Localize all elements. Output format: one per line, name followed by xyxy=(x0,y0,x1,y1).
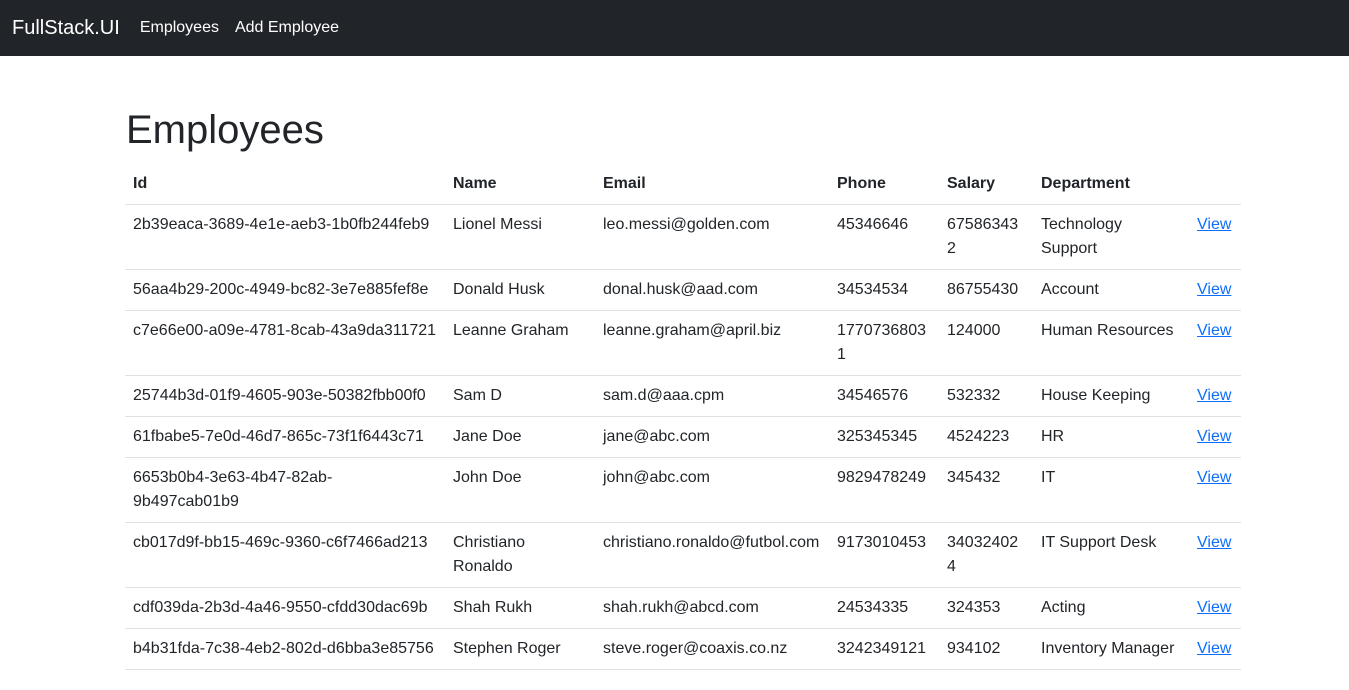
cell-name: Sam D xyxy=(445,375,595,417)
cell-id: 56aa4b29-200c-4949-bc82-3e7e885fef8e xyxy=(125,269,445,311)
cell-name: Shah Rukh xyxy=(445,587,595,629)
cell-phone: 34534534 xyxy=(829,269,939,311)
view-link[interactable]: View xyxy=(1197,640,1231,657)
view-link[interactable]: View xyxy=(1197,428,1231,445)
cell-email: leanne.graham@april.biz xyxy=(595,310,829,376)
cell-id: b4b31fda-7c38-4eb2-802d-d6bba3e85756 xyxy=(125,628,445,670)
table-row: b4b31fda-7c38-4eb2-802d-d6bba3e85756 Step… xyxy=(125,628,1241,670)
cell-phone: 3242349121 xyxy=(829,628,939,670)
cell-phone: 325345345 xyxy=(829,416,939,458)
cell-name: Jane Doe xyxy=(445,416,595,458)
employees-table: Id Name Email Phone Salary Department 2b… xyxy=(125,164,1241,670)
view-link[interactable]: View xyxy=(1197,216,1231,233)
table-row: 6653b0b4-3e63-4b47-82ab-9b497cab01b9 John… xyxy=(125,457,1241,523)
cell-action: View xyxy=(1189,310,1241,376)
view-link[interactable]: View xyxy=(1197,469,1231,486)
cell-name: Stephen Roger xyxy=(445,628,595,670)
header-email: Email xyxy=(595,164,829,205)
header-department: Department xyxy=(1033,164,1189,205)
view-link[interactable]: View xyxy=(1197,281,1231,298)
cell-salary: 86755430 xyxy=(939,269,1033,311)
cell-phone: 9173010453 xyxy=(829,522,939,588)
view-link[interactable]: View xyxy=(1197,599,1231,616)
view-link[interactable]: View xyxy=(1197,534,1231,551)
cell-email: steve.roger@coaxis.co.nz xyxy=(595,628,829,670)
cell-action: View xyxy=(1189,204,1241,270)
header-id: Id xyxy=(125,164,445,205)
cell-email: john@abc.com xyxy=(595,457,829,523)
nav-employees-link[interactable]: Employees xyxy=(140,19,219,37)
cell-email: shah.rukh@abcd.com xyxy=(595,587,829,629)
cell-department: IT xyxy=(1033,457,1189,523)
cell-id: c7e66e00-a09e-4781-8cab-43a9da311721 xyxy=(125,310,445,376)
table-row: cdf039da-2b3d-4a46-9550-cfdd30dac69b Shah… xyxy=(125,587,1241,629)
cell-phone: 24534335 xyxy=(829,587,939,629)
cell-name: John Doe xyxy=(445,457,595,523)
cell-name: Lionel Messi xyxy=(445,204,595,270)
header-name: Name xyxy=(445,164,595,205)
cell-action: View xyxy=(1189,628,1241,670)
table-row: 61fbabe5-7e0d-46d7-865c-73f1f6443c71 Jane… xyxy=(125,416,1241,458)
main-content: Employees Id Name Email Phone Salary Dep… xyxy=(125,56,1241,670)
cell-id: 2b39eaca-3689-4e1e-aeb3-1b0fb244feb9 xyxy=(125,204,445,270)
cell-action: View xyxy=(1189,587,1241,629)
cell-action: View xyxy=(1189,416,1241,458)
cell-department: Inventory Manager xyxy=(1033,628,1189,670)
cell-department: House Keeping xyxy=(1033,375,1189,417)
table-row: 56aa4b29-200c-4949-bc82-3e7e885fef8e Dona… xyxy=(125,269,1241,311)
nav-add-employee-link[interactable]: Add Employee xyxy=(235,19,339,37)
view-link[interactable]: View xyxy=(1197,322,1231,339)
cell-id: cdf039da-2b3d-4a46-9550-cfdd30dac69b xyxy=(125,587,445,629)
cell-phone: 17707368031 xyxy=(829,310,939,376)
cell-action: View xyxy=(1189,457,1241,523)
cell-salary: 4524223 xyxy=(939,416,1033,458)
cell-action: View xyxy=(1189,269,1241,311)
header-salary: Salary xyxy=(939,164,1033,205)
top-navbar: FullStack.UI Employees Add Employee xyxy=(0,0,1349,56)
cell-salary: 345432 xyxy=(939,457,1033,523)
cell-department: Human Resources xyxy=(1033,310,1189,376)
cell-phone: 45346646 xyxy=(829,204,939,270)
cell-email: donal.husk@aad.com xyxy=(595,269,829,311)
cell-email: christiano.ronaldo@futbol.com xyxy=(595,522,829,588)
cell-salary: 324353 xyxy=(939,587,1033,629)
cell-email: sam.d@aaa.cpm xyxy=(595,375,829,417)
cell-department: HR xyxy=(1033,416,1189,458)
cell-name: Leanne Graham xyxy=(445,310,595,376)
cell-action: View xyxy=(1189,522,1241,588)
table-row: 2b39eaca-3689-4e1e-aeb3-1b0fb244feb9 Lion… xyxy=(125,204,1241,270)
cell-id: 25744b3d-01f9-4605-903e-50382fbb00f0 xyxy=(125,375,445,417)
table-body: 2b39eaca-3689-4e1e-aeb3-1b0fb244feb9 Lion… xyxy=(125,204,1241,670)
table-header-row: Id Name Email Phone Salary Department xyxy=(125,164,1241,205)
cell-salary: 340324024 xyxy=(939,522,1033,588)
cell-department: Technology Support xyxy=(1033,204,1189,270)
table-row: c7e66e00-a09e-4781-8cab-43a9da311721 Lean… xyxy=(125,310,1241,376)
cell-department: Account xyxy=(1033,269,1189,311)
cell-id: cb017d9f-bb15-469c-9360-c6f7466ad213 xyxy=(125,522,445,588)
header-phone: Phone xyxy=(829,164,939,205)
cell-action: View xyxy=(1189,375,1241,417)
cell-department: IT Support Desk xyxy=(1033,522,1189,588)
cell-name: Christiano Ronaldo xyxy=(445,522,595,588)
table-row: cb017d9f-bb15-469c-9360-c6f7466ad213 Chri… xyxy=(125,522,1241,588)
view-link[interactable]: View xyxy=(1197,387,1231,404)
cell-phone: 34546576 xyxy=(829,375,939,417)
cell-id: 6653b0b4-3e63-4b47-82ab-9b497cab01b9 xyxy=(125,457,445,523)
cell-salary: 124000 xyxy=(939,310,1033,376)
page-title: Employees xyxy=(126,108,324,152)
brand-link[interactable]: FullStack.UI xyxy=(12,17,120,40)
cell-salary: 675863432 xyxy=(939,204,1033,270)
cell-department: Acting xyxy=(1033,587,1189,629)
cell-name: Donald Husk xyxy=(445,269,595,311)
cell-email: leo.messi@golden.com xyxy=(595,204,829,270)
cell-email: jane@abc.com xyxy=(595,416,829,458)
header-actions xyxy=(1189,164,1241,205)
table-row: 25744b3d-01f9-4605-903e-50382fbb00f0 Sam … xyxy=(125,375,1241,417)
cell-phone: 9829478249 xyxy=(829,457,939,523)
cell-salary: 532332 xyxy=(939,375,1033,417)
cell-id: 61fbabe5-7e0d-46d7-865c-73f1f6443c71 xyxy=(125,416,445,458)
cell-salary: 934102 xyxy=(939,628,1033,670)
